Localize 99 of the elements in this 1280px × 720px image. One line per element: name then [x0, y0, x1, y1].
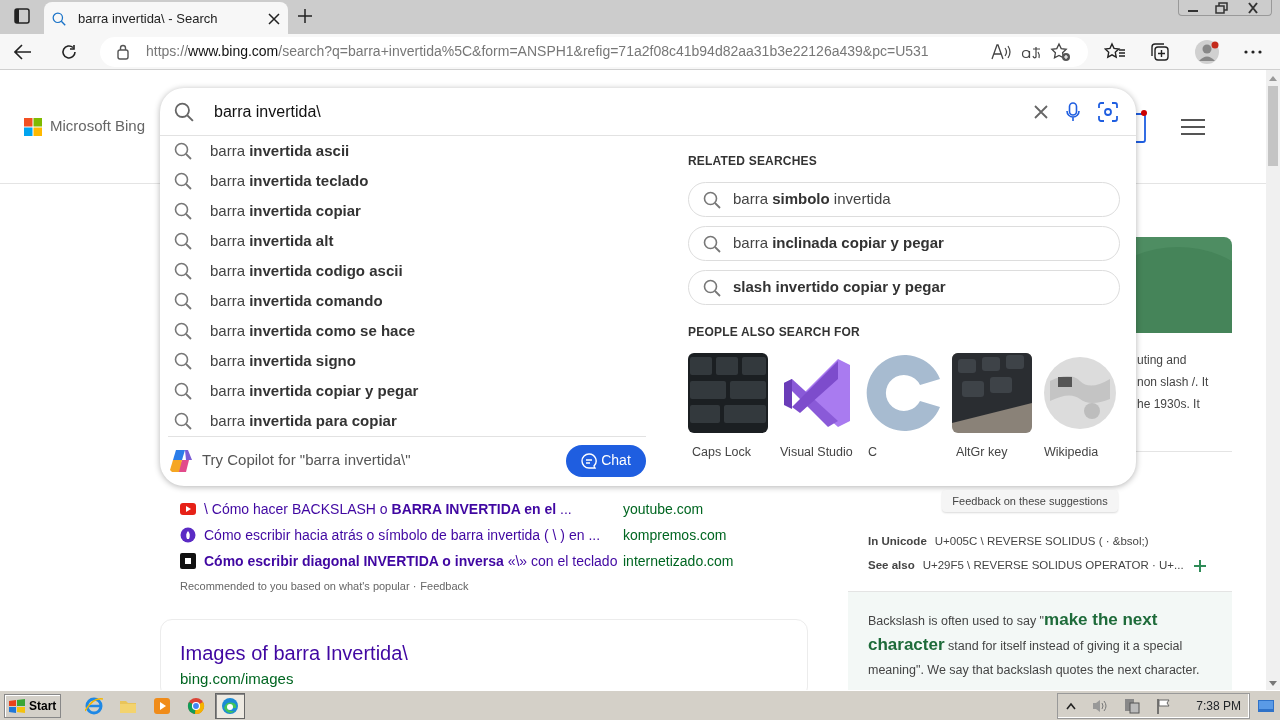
search-icon	[174, 322, 192, 340]
images-url[interactable]: bing.com/images	[180, 667, 788, 690]
tab-actions-icon[interactable]	[14, 8, 30, 24]
search-field[interactable]: barra invertida\	[212, 98, 972, 125]
clock[interactable]: 7:38 PM	[1196, 696, 1241, 715]
fact-label: In Unicode	[868, 534, 927, 550]
entity-card[interactable]: Visual Studio	[776, 353, 856, 462]
copilot-prompt[interactable]: Try Copilot for "barra invertida\"	[202, 449, 566, 472]
expand-icon[interactable]	[1193, 560, 1206, 572]
chat-button[interactable]: Chat	[566, 444, 646, 477]
fact-label: See also	[868, 558, 915, 574]
suggestion-item[interactable]: barra invertida copiar	[160, 196, 660, 226]
media-player-icon	[153, 696, 172, 715]
result-link[interactable]: Cómo escribir hacia atrás o símbolo de barra invertida ( \ ) en ...	[204, 524, 623, 546]
browser-tab[interactable]: barra invertida\ - Search	[44, 2, 288, 36]
read-aloud-icon[interactable]	[990, 42, 1012, 61]
entity-card[interactable]: Wikipedia	[1040, 353, 1120, 462]
search-icon	[174, 262, 192, 280]
refresh-icon	[60, 42, 78, 61]
result-source: internetizado.com	[623, 551, 735, 571]
fact-value: U+29F5 \ REVERSE SOLIDUS OPERATOR · U+...	[922, 558, 1184, 574]
browser-icon	[85, 696, 104, 715]
suggestion-item[interactable]: barra invertida como se hace	[160, 316, 660, 346]
search-icon	[703, 278, 721, 297]
suggestion-item[interactable]: barra invertida teclado	[160, 166, 660, 196]
browser-icon	[187, 696, 206, 715]
suggestion-item[interactable]: barra invertida copiar y pegar	[160, 376, 660, 406]
search-icon	[174, 352, 192, 370]
recommendation-note: Recommended to you based on what's popular ·	[180, 579, 417, 594]
search-icon	[174, 292, 192, 310]
site-icon	[180, 527, 196, 543]
network-icon[interactable]	[1124, 697, 1141, 714]
back-icon	[14, 43, 32, 60]
search-icon	[174, 172, 192, 190]
feedback-tooltip[interactable]: Feedback on these suggestions	[942, 490, 1118, 512]
result-link[interactable]: \ Cómo hacer BACKSLASH o BARRA INVERTIDA en el ...	[204, 498, 623, 520]
new-tab-icon[interactable]	[297, 8, 313, 24]
result-source: youtube.com	[623, 499, 705, 519]
entity-card[interactable]: AltGr key	[952, 353, 1032, 462]
chevron-up-icon[interactable]	[1066, 701, 1077, 710]
windows-icon	[9, 698, 25, 713]
tab-title: barra invertida\ - Search	[77, 10, 219, 29]
images-title[interactable]: Images of barra Invertida\	[180, 637, 788, 668]
scrollbar-thumb[interactable]	[1268, 86, 1278, 166]
play-icon	[180, 503, 196, 515]
summary-text: uting and	[1137, 352, 1188, 369]
suggestion-item[interactable]: barra invertida alt	[160, 226, 660, 256]
chat-icon	[581, 452, 598, 469]
scrollbar[interactable]	[1266, 70, 1280, 690]
fact-value: U+005C \ REVERSE SOLIDUS ( · &bsol;)	[934, 534, 1149, 550]
menu-icon[interactable]	[1181, 118, 1205, 135]
entity-card[interactable]: Caps Lock	[688, 353, 768, 462]
search-icon	[174, 382, 192, 400]
search-icon	[174, 202, 192, 220]
summary-text: he 1930s. It	[1137, 396, 1201, 413]
close-icon[interactable]	[1245, 1, 1261, 15]
microphone-icon[interactable]	[1066, 101, 1080, 122]
show-desktop-icon[interactable]	[1258, 699, 1274, 712]
site-icon	[180, 553, 196, 569]
quote-text: Backslash is often used to say "make the next character stand for itself instead of giving it a special meaning". We say that backslash quotes the next character.	[868, 609, 1201, 679]
summary-text: non slash /. It	[1137, 374, 1210, 391]
entity-card[interactable]: C	[864, 353, 944, 462]
taskbar-button[interactable]	[215, 692, 246, 719]
suggestion-item[interactable]: barra invertida para copiar	[160, 406, 660, 436]
copilot-icon	[168, 447, 194, 474]
section-heading: RELATED SEARCHES	[688, 153, 818, 170]
logo-icon	[24, 117, 42, 136]
scroll-down-icon	[1269, 681, 1277, 687]
suggestion-item[interactable]: barra invertida ascii	[160, 136, 660, 166]
result-link[interactable]: Cómo escribir diagonal INVERTIDA o inversa «\» con el teclado	[204, 550, 623, 572]
search-icon	[174, 412, 192, 430]
url-text: https://www.bing.com/search?q=barra+invertida%5C&form=ANSPH1&refig=71a2f08c41b94d82aa31b3e22126a439&pc=U531	[146, 42, 929, 61]
add-favorite-icon[interactable]	[1050, 41, 1072, 62]
profile-avatar[interactable]	[1194, 38, 1220, 65]
flag-icon[interactable]	[1156, 697, 1173, 714]
collections-icon[interactable]	[1149, 41, 1171, 62]
scroll-up-icon	[1269, 75, 1277, 81]
browser-icon	[221, 696, 240, 715]
result-source: kompremos.com	[623, 525, 728, 545]
close-icon[interactable]	[268, 13, 280, 25]
suggestion-item[interactable]: barra invertida codigo ascii	[160, 256, 660, 286]
search-icon	[703, 190, 721, 209]
search-icon	[52, 12, 66, 26]
address-bar[interactable]: https://www.bing.com/search?q=barra+invertida%5C&form=ANSPH1&refig=71a2f08c41b94d82aa31b3e22126a439&pc=U531	[100, 36, 1088, 67]
section-heading: PEOPLE ALSO SEARCH FOR	[688, 324, 861, 341]
more-icon[interactable]	[1243, 48, 1263, 55]
start-button[interactable]: Start	[4, 693, 62, 718]
suggestion-item[interactable]: barra invertida comando	[160, 286, 660, 316]
search-icon	[174, 101, 194, 122]
suggestion-item[interactable]: barra invertida signo	[160, 346, 660, 376]
feedback-link[interactable]: Feedback	[420, 578, 469, 595]
visual-search-icon[interactable]	[1098, 101, 1118, 122]
restore-icon[interactable]	[1213, 1, 1229, 15]
clear-icon[interactable]	[1034, 104, 1048, 119]
search-icon	[174, 142, 192, 160]
search-icon	[174, 232, 192, 250]
lock-icon	[116, 43, 130, 60]
search-icon	[703, 234, 721, 253]
logo[interactable]: Microsoft Bing	[24, 115, 146, 138]
